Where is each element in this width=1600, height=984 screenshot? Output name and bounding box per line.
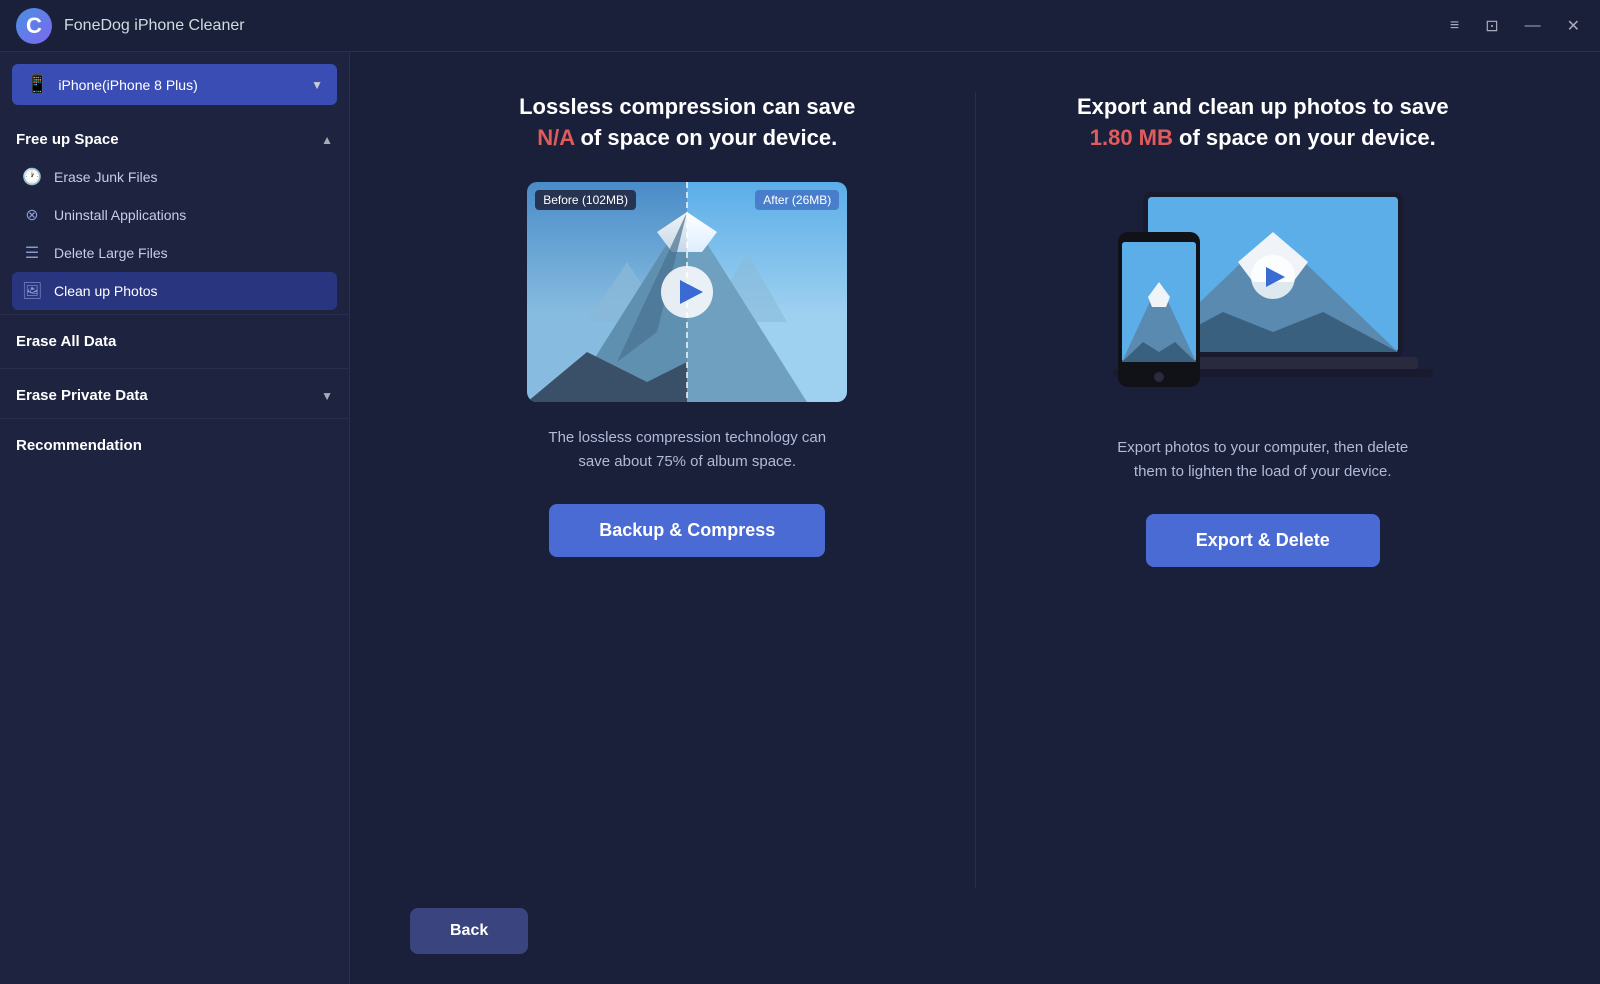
sidebar-item-erase-junk[interactable]: 🕐 Erase Junk Files <box>12 158 337 196</box>
export-delete-button[interactable]: Export & Delete <box>1146 514 1380 567</box>
erase-private-title: Erase Private Data <box>16 387 148 404</box>
app-logo: C <box>16 8 52 44</box>
export-panel: Export and clean up photos to save 1.80 … <box>986 92 1541 888</box>
main-layout: 📱 iPhone(iPhone 8 Plus) ▼ Free up Space … <box>0 52 1600 984</box>
chat-button[interactable]: ⊡ <box>1481 12 1502 40</box>
sidebar-divider-1 <box>0 314 349 315</box>
content-footer: Back <box>350 888 1600 984</box>
sidebar-divider-2 <box>0 368 349 369</box>
erase-private-section: Erase Private Data ▼ <box>0 373 349 414</box>
compress-image-container: Before (102MB) After (26MB) <box>527 182 847 402</box>
export-description: Export photos to your computer, then del… <box>1113 436 1413 484</box>
export-heading: Export and clean up photos to save 1.80 … <box>1077 92 1449 154</box>
sidebar-item-label: Erase Junk Files <box>54 169 157 185</box>
back-button[interactable]: Back <box>410 908 528 954</box>
close-button[interactable]: ✕ <box>1563 12 1584 40</box>
sidebar-item-delete-large[interactable]: ☰ Delete Large Files <box>12 234 337 272</box>
free-up-space-title: Free up Space <box>16 131 119 148</box>
sidebar-item-label: Clean up Photos <box>54 283 158 299</box>
app-title: FoneDog iPhone Cleaner <box>64 17 1446 35</box>
sidebar-item-label: Delete Large Files <box>54 245 168 261</box>
sidebar-divider-3 <box>0 418 349 419</box>
free-up-space-section: Free up Space ▲ 🕐 Erase Junk Files ⊗ Uni… <box>0 117 349 310</box>
after-badge: After (26MB) <box>755 190 839 210</box>
recommendation-section: Recommendation <box>0 423 349 468</box>
device-icon: 📱 <box>26 74 48 95</box>
before-badge: Before (102MB) <box>535 190 636 210</box>
sidebar-item-recommendation[interactable]: Recommendation <box>12 423 337 468</box>
compress-heading-text3: of space on your device. <box>580 125 837 150</box>
sidebar: 📱 iPhone(iPhone 8 Plus) ▼ Free up Space … <box>0 52 350 984</box>
free-up-space-header[interactable]: Free up Space ▲ <box>12 117 337 158</box>
files-icon: ☰ <box>22 243 42 263</box>
sidebar-item-clean-photos[interactable]: 🖼 Clean up Photos <box>12 272 337 310</box>
sidebar-item-label: Uninstall Applications <box>54 207 186 223</box>
expand-icon: ▼ <box>321 389 333 403</box>
sidebar-item-erase-all[interactable]: Erase All Data <box>12 319 337 364</box>
device-selector[interactable]: 📱 iPhone(iPhone 8 Plus) ▼ <box>12 64 337 105</box>
collapse-icon: ▲ <box>321 133 333 147</box>
compress-heading: Lossless compression can save N/A of spa… <box>519 92 855 154</box>
mountain-image <box>527 182 847 402</box>
export-heading-text3: of space on your device. <box>1179 125 1436 150</box>
titlebar: C FoneDog iPhone Cleaner ≡ ⊡ — ✕ <box>0 0 1600 52</box>
clock-icon: 🕐 <box>22 167 42 187</box>
erase-private-header[interactable]: Erase Private Data ▼ <box>12 373 337 414</box>
photos-icon: 🖼 <box>22 281 42 301</box>
device-illustration <box>1093 182 1433 412</box>
compress-heading-text1: Lossless compression can save <box>519 94 855 119</box>
apps-icon: ⊗ <box>22 205 42 225</box>
device-image-container <box>1093 182 1433 412</box>
minimize-button[interactable]: — <box>1521 13 1545 39</box>
compress-panel: Lossless compression can save N/A of spa… <box>410 92 965 888</box>
sidebar-item-uninstall-apps[interactable]: ⊗ Uninstall Applications <box>12 196 337 234</box>
compress-highlight: N/A <box>537 125 574 150</box>
panel-divider <box>975 92 976 888</box>
chevron-down-icon: ▼ <box>311 78 323 92</box>
menu-button[interactable]: ≡ <box>1446 13 1463 39</box>
export-highlight: 1.80 MB <box>1090 125 1173 150</box>
content-area: Lossless compression can save N/A of spa… <box>350 52 1600 984</box>
panels-container: Lossless compression can save N/A of spa… <box>350 52 1600 888</box>
export-heading-text1: Export and clean up photos to save <box>1077 94 1449 119</box>
compress-description: The lossless compression technology can … <box>537 426 837 474</box>
window-controls: ≡ ⊡ — ✕ <box>1446 12 1584 40</box>
erase-all-section: Erase All Data <box>0 319 349 364</box>
backup-compress-button[interactable]: Backup & Compress <box>549 504 825 557</box>
device-name: iPhone(iPhone 8 Plus) <box>58 77 301 93</box>
